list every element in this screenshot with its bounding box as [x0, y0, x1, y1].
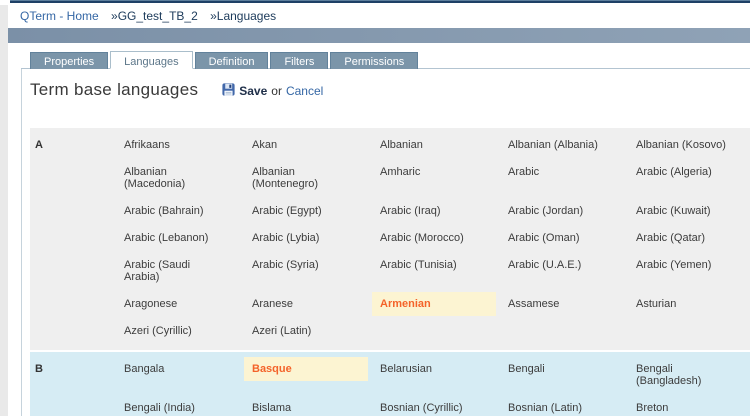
- language-item[interactable]: Albanian (Macedonia): [124, 166, 232, 190]
- language-item: [636, 325, 744, 337]
- group-letter: [35, 325, 104, 337]
- language-row: BBangalaBasqueBelarusianBengaliBengali (…: [35, 363, 750, 387]
- language-item[interactable]: Arabic (Yemen): [636, 259, 744, 283]
- language-item[interactable]: Bislama: [252, 402, 360, 414]
- language-item[interactable]: Bangala: [124, 363, 232, 387]
- language-item[interactable]: Assamese: [508, 298, 616, 310]
- language-item[interactable]: Arabic (Saudi Arabia): [124, 259, 232, 283]
- language-item[interactable]: Bengali (India): [124, 402, 232, 414]
- cancel-button[interactable]: Cancel: [286, 84, 323, 98]
- group-letter: [35, 259, 104, 283]
- tab-filters[interactable]: Filters: [270, 52, 328, 69]
- tab-definition[interactable]: Definition: [195, 52, 269, 69]
- language-item[interactable]: Arabic (Egypt): [252, 205, 360, 217]
- tab-permissions[interactable]: Permissions: [330, 52, 418, 69]
- language-item[interactable]: Arabic (Jordan): [508, 205, 616, 217]
- language-item[interactable]: Albanian (Kosovo): [636, 139, 744, 151]
- breadcrumb-termbase-link[interactable]: »GG_test_TB_2: [111, 9, 198, 23]
- page-header: Term base languages Save or Cancel: [30, 80, 323, 100]
- language-row: AragoneseAraneseArmenianAssameseAsturian: [35, 298, 750, 310]
- group-letter: [35, 205, 104, 217]
- language-row: Arabic (Lebanon) Arabic (Lybia) Arabic (Mo…: [35, 232, 750, 244]
- language-row: Bengali (India) Bislama Bosnian (Cyrillic)…: [35, 402, 750, 414]
- language-item: [380, 325, 488, 337]
- language-item[interactable]: Arabic (Kuwait): [636, 205, 744, 217]
- language-item[interactable]: Arabic (Iraq): [380, 205, 488, 217]
- save-controls: Save or Cancel: [222, 83, 323, 99]
- breadcrumb-home-link[interactable]: QTerm - Home: [20, 9, 99, 23]
- language-group-b: B Bangala Basque Belarusian Bengali Bengali (…: [30, 352, 750, 416]
- language-item[interactable]: Azeri (Cyrillic): [124, 325, 232, 337]
- floppy-disk-icon: [222, 83, 235, 99]
- language-row: Arabic (Bahrain) Arabic (Egypt) Arabic (Ir…: [35, 205, 750, 217]
- page-title: Term base languages: [30, 80, 198, 100]
- breadcrumb-languages-link[interactable]: »Languages: [210, 9, 276, 23]
- language-row: Arabic (Saudi Arabia) Arabic (Syria) Arabi…: [35, 259, 750, 283]
- group-letter: A: [35, 139, 104, 151]
- language-item-selected[interactable]: Armenian: [372, 292, 496, 316]
- language-row: Albanian (Macedonia) Albanian (Montenegro…: [35, 166, 750, 190]
- language-item[interactable]: Arabic (Tunisia): [380, 259, 488, 283]
- language-item[interactable]: Bengali (Bangladesh): [636, 363, 744, 387]
- language-item[interactable]: Arabic (Bahrain): [124, 205, 232, 217]
- top-accent-bar: [10, 0, 750, 3]
- language-row: Azeri (Cyrillic) Azeri (Latin): [35, 325, 750, 337]
- language-item[interactable]: Arabic (Lybia): [252, 232, 360, 244]
- group-letter: [35, 402, 104, 414]
- tab-bar: Properties Languages Definition Filters …: [30, 52, 418, 69]
- language-item-selected[interactable]: Basque: [244, 357, 368, 381]
- language-row: A Afrikaans Akan Albanian Albanian (Albania)…: [35, 139, 750, 151]
- language-item[interactable]: Arabic (Qatar): [636, 232, 744, 244]
- language-item[interactable]: Arabic: [508, 166, 616, 190]
- header-bar: [8, 28, 750, 43]
- or-label: or: [271, 84, 282, 98]
- left-gutter: [0, 5, 8, 416]
- language-item[interactable]: Arabic (Syria): [252, 259, 360, 283]
- language-item[interactable]: Aranese: [252, 298, 360, 310]
- language-item[interactable]: Bosnian (Latin): [508, 402, 616, 414]
- language-item[interactable]: Breton: [636, 402, 744, 414]
- group-letter: B: [35, 363, 104, 387]
- tab-languages[interactable]: Languages: [110, 51, 192, 69]
- language-item[interactable]: Albanian (Montenegro): [252, 166, 360, 190]
- language-item[interactable]: Afrikaans: [124, 139, 232, 151]
- language-item[interactable]: Arabic (Oman): [508, 232, 616, 244]
- language-item[interactable]: Arabic (Algeria): [636, 166, 744, 190]
- language-item[interactable]: Arabic (Morocco): [380, 232, 488, 244]
- save-button[interactable]: Save: [239, 84, 267, 98]
- language-item[interactable]: Azeri (Latin): [252, 325, 360, 337]
- language-item[interactable]: Amharic: [380, 166, 488, 190]
- language-item[interactable]: Aragonese: [124, 298, 232, 310]
- language-item[interactable]: Bosnian (Cyrillic): [380, 402, 488, 414]
- language-item[interactable]: Asturian: [636, 298, 744, 310]
- language-item[interactable]: Albanian (Albania): [508, 139, 616, 151]
- language-item[interactable]: Arabic (U.A.E.): [508, 259, 616, 283]
- breadcrumb: QTerm - Home »GG_test_TB_2 »Languages: [20, 7, 285, 25]
- group-letter: [35, 232, 104, 244]
- language-item[interactable]: Albanian: [380, 139, 488, 151]
- language-item[interactable]: Belarusian: [380, 363, 488, 387]
- language-sections: A Afrikaans Akan Albanian Albanian (Albania)…: [30, 128, 750, 416]
- group-letter: [35, 298, 104, 310]
- language-item[interactable]: Arabic (Lebanon): [124, 232, 232, 244]
- language-item[interactable]: Bengali: [508, 363, 616, 387]
- content-panel-border: [21, 69, 22, 416]
- group-letter: [35, 166, 104, 190]
- language-group-a: A Afrikaans Akan Albanian Albanian (Albania)…: [30, 128, 750, 350]
- tab-properties[interactable]: Properties: [30, 52, 108, 69]
- language-item: [508, 325, 616, 337]
- language-item[interactable]: Akan: [252, 139, 360, 151]
